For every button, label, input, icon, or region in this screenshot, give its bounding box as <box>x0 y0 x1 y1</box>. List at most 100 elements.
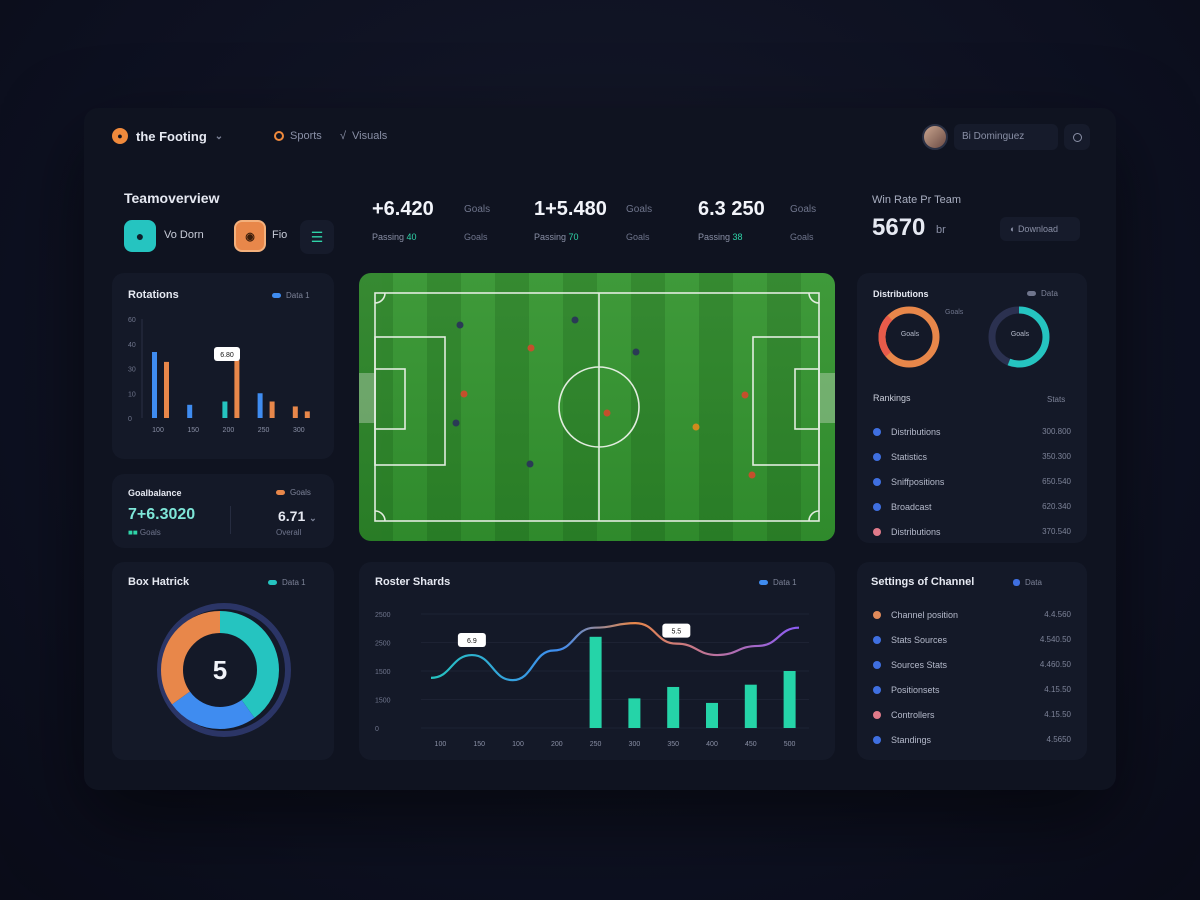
menu-button[interactable]: ☰ <box>300 220 334 254</box>
list-item[interactable]: Sniffpositions 650.540 <box>873 469 1071 494</box>
app-brand[interactable]: ● the Footing ⌄ <box>112 128 223 144</box>
channel-icon <box>873 685 881 694</box>
y-tick-label: 1500 <box>375 698 391 705</box>
x-tick-label: 350 <box>667 741 679 748</box>
download-button[interactable]: ◐ Download <box>1000 217 1080 241</box>
logo-icon: ● <box>112 128 128 144</box>
x-tick-label: 200 <box>223 427 235 434</box>
bar-chart: 604030100 100 150 200 250 300 6.80 <box>128 317 310 434</box>
avatar[interactable] <box>922 124 948 150</box>
check-icon: √ <box>340 130 347 142</box>
stat-value: +6.420 <box>372 198 434 220</box>
x-tick-label: 200 <box>551 741 563 748</box>
divider <box>230 506 231 534</box>
pitch-view[interactable] <box>359 273 835 541</box>
list-item[interactable]: Channel position 4.4.560 <box>873 602 1071 627</box>
tooltip-label: 6.9 <box>467 638 477 645</box>
tooltip-label: 6.80 <box>220 352 234 359</box>
bar <box>269 401 275 418</box>
team-a-badge[interactable]: ● <box>124 220 156 252</box>
legend-label: Data <box>1041 289 1058 298</box>
list-item[interactable]: Distributions 300.800 <box>873 419 1071 444</box>
y-tick-label: 1500 <box>375 669 391 676</box>
list-item[interactable]: Sources Stats 4.460.50 <box>873 652 1071 677</box>
stat-3: 6.3 250 Goals Passing 38 Goals <box>698 198 816 242</box>
channel-icon <box>873 635 881 644</box>
ring1-label: Goals <box>900 331 920 338</box>
sports-icon <box>274 131 284 141</box>
list-item[interactable]: Broadcast 620.340 <box>873 494 1071 519</box>
list-item[interactable]: Stats Sources 4.540.50 <box>873 627 1071 652</box>
secondary-value[interactable]: 6.71 ⌄ <box>278 508 317 524</box>
stat-sub: Goals <box>464 232 488 242</box>
bar <box>304 411 310 418</box>
user-menu[interactable]: Bi Dominguez <box>954 124 1058 150</box>
legend-label: Goals <box>290 488 311 497</box>
ring1-legend: Goals <box>945 309 964 316</box>
app-title: the Footing <box>136 128 207 144</box>
bar <box>222 401 228 418</box>
item-name: Distributions <box>891 526 941 537</box>
team-icon <box>873 502 881 511</box>
pitch-field <box>359 273 835 541</box>
y-tick-label: 2500 <box>375 612 391 619</box>
search-button[interactable] <box>1064 124 1090 150</box>
bar <box>744 684 757 728</box>
stat-sub: Goals <box>626 232 650 242</box>
x-tick-label: 100 <box>435 741 447 748</box>
soccer-ball-icon: ● <box>135 228 145 244</box>
nav-item-sports[interactable]: Sports <box>274 130 322 142</box>
item-name: Sniffpositions <box>891 476 945 487</box>
item-value: 4.15.50 <box>1044 685 1071 694</box>
download-label: Download <box>1017 224 1058 234</box>
dashboard-frame: ● the Footing ⌄ Sports √ Visuals Bi Domi… <box>84 108 1116 790</box>
team-b-icon: ◉ <box>245 230 255 243</box>
goalbalance-sub: ■■ Goals <box>128 528 161 537</box>
bar <box>257 393 263 418</box>
x-tick-label: 400 <box>706 741 718 748</box>
bar <box>187 404 193 418</box>
item-name: Distributions <box>891 426 941 437</box>
item-name: Controllers <box>891 709 935 720</box>
x-tick-label: 100 <box>152 427 164 434</box>
list-item[interactable]: Statistics 350.300 <box>873 444 1071 469</box>
team-b-badge[interactable]: ◉ <box>234 220 266 252</box>
x-tick-label: 250 <box>258 427 270 434</box>
item-value: 4.540.50 <box>1039 635 1071 644</box>
card-title: Goalbalance <box>128 488 182 498</box>
list-item[interactable]: Distributions 370.540 <box>873 519 1071 544</box>
nav-label: Sports <box>290 130 322 142</box>
y-tick-label: 60 <box>128 317 136 324</box>
stat-label: Passing 70 <box>534 232 579 242</box>
item-value: 300.800 <box>1042 427 1071 436</box>
item-value: 4.15.50 <box>1044 710 1071 719</box>
x-tick-label: 250 <box>590 741 602 748</box>
teams-title: Teamoverview <box>124 190 220 206</box>
team-icon <box>873 427 881 436</box>
stat-label: Passing 40 <box>372 232 417 242</box>
list-item[interactable]: Standings 4.5650 <box>873 727 1071 752</box>
y-tick-label: 40 <box>128 342 136 349</box>
settings-list: Channel position 4.4.560 Stats Sources 4… <box>873 602 1071 752</box>
legend-swatch <box>276 490 285 495</box>
item-value: 4.5650 <box>1046 735 1071 744</box>
card-title: Settings of Channel <box>871 576 975 588</box>
bar <box>234 360 240 418</box>
team-icon <box>873 477 881 486</box>
bar <box>589 636 602 728</box>
bar <box>628 698 641 728</box>
stat-value: 6.3 250 <box>698 198 765 220</box>
list-item[interactable]: Controllers 4.15.50 <box>873 702 1071 727</box>
y-tick-label: 30 <box>128 367 136 374</box>
legend: Goals <box>276 488 311 497</box>
channel-icon <box>873 660 881 669</box>
item-value: 620.340 <box>1042 502 1071 511</box>
roster-chart: 2500 2500 1500 1500 0 100 150 100 200 250 300 350 4… <box>375 612 809 748</box>
y-tick-label: 10 <box>128 391 136 398</box>
headline-unit: br <box>936 224 946 236</box>
nav-item-visuals[interactable]: √ Visuals <box>340 130 387 142</box>
list-item[interactable]: Positionsets 4.15.50 <box>873 677 1071 702</box>
stat-value: 1+5.480 <box>534 198 607 220</box>
bar <box>667 686 680 728</box>
nav-label: Visuals <box>352 130 388 142</box>
